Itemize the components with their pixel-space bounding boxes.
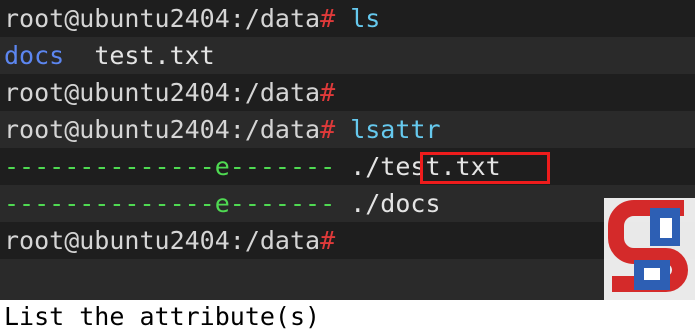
prompt-hash: # <box>320 78 336 107</box>
screenshot: root@ubuntu2404:/data# ls docs test.txt … <box>0 0 695 333</box>
terminal-window[interactable]: root@ubuntu2404:/data# ls docs test.txt … <box>0 0 695 300</box>
command-highlight-box <box>420 152 550 184</box>
terminal-line: docs test.txt <box>0 37 695 74</box>
terminal-line: root@ubuntu2404:/data# <box>0 222 695 259</box>
shell-prompt: root@ubuntu2404:/data <box>4 115 321 144</box>
terminal-line: root@ubuntu2404:/data# lsattr <box>0 111 695 148</box>
directory-entry: docs <box>4 41 65 70</box>
sb-logo-icon <box>604 198 695 300</box>
file-entry: test.txt <box>94 41 215 70</box>
file-path: ./docs <box>350 189 441 218</box>
prompt-hash: # <box>320 115 336 144</box>
terminal-line: --------------e------- ./test.txt <box>0 148 695 185</box>
prompt-hash: # <box>320 4 336 33</box>
terminal-line: root@ubuntu2404:/data# <box>0 74 695 111</box>
terminal-line: --------------e------- ./docs <box>0 185 695 222</box>
attribute-flags: --------------e------- <box>4 189 336 218</box>
prompt-hash: # <box>320 226 336 255</box>
command-text: ls <box>350 4 381 33</box>
command-text: lsattr <box>350 115 441 144</box>
caption-text: List the attribute(s) <box>4 302 321 331</box>
shell-prompt: root@ubuntu2404:/data <box>4 4 321 33</box>
terminal-line: root@ubuntu2404:/data# ls <box>0 0 695 37</box>
attribute-flags: --------------e------- <box>4 152 336 181</box>
shell-prompt: root@ubuntu2404:/data <box>4 78 321 107</box>
terminal-line-empty <box>0 259 695 300</box>
shell-prompt: root@ubuntu2404:/data <box>4 226 321 255</box>
